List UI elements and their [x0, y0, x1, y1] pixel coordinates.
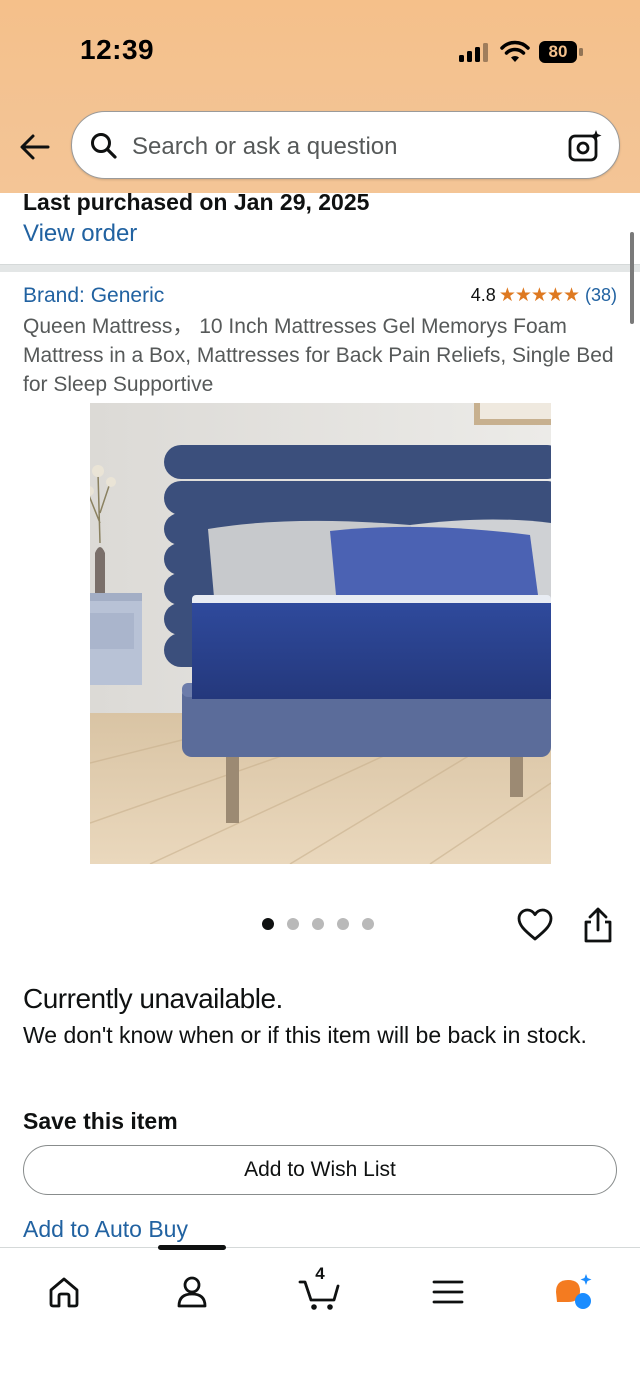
add-to-wish-list-button[interactable]: Add to Wish List [23, 1145, 617, 1195]
scrollbar[interactable] [630, 232, 634, 324]
carousel-dot[interactable] [287, 918, 299, 930]
rufus-assistant-icon [556, 1274, 592, 1309]
nav-account[interactable] [170, 1270, 214, 1314]
image-carousel-dots[interactable] [262, 918, 374, 930]
save-section-title: Save this item [23, 1108, 178, 1134]
heart-icon[interactable] [516, 906, 554, 944]
nav-active-indicator [158, 1245, 226, 1250]
rating-value: 4.8 [470, 285, 496, 305]
carousel-dot[interactable] [262, 918, 274, 930]
search-icon [91, 133, 117, 159]
brand-link[interactable]: Brand: Generic [23, 284, 164, 308]
last-purchased-text: Last purchased on Jan 29, 2025 [23, 189, 370, 215]
availability-status: Currently unavailable. [23, 983, 283, 1014]
star-rating-icon: ★★★★★ [498, 285, 580, 306]
section-divider [0, 264, 640, 272]
carousel-dot[interactable] [362, 918, 374, 930]
nav-rufus[interactable] [552, 1270, 596, 1314]
product-title: Queen Mattress， 10 Inch Mattresses Gel M… [23, 315, 614, 396]
nav-cart[interactable]: 4 [298, 1264, 342, 1314]
status-time: 12:39 [80, 34, 155, 65]
rating-count[interactable]: (38) [585, 285, 617, 306]
bottom-navigation: 4 [0, 1245, 640, 1391]
wifi-icon [500, 40, 530, 62]
nav-home[interactable] [42, 1270, 86, 1314]
search-input[interactable]: Search or ask a question [71, 111, 620, 179]
nav-menu[interactable] [426, 1270, 470, 1314]
app-header: 12:39 80 Search or ask a question [0, 0, 640, 193]
back-arrow-icon [20, 134, 50, 160]
product-image[interactable] [90, 403, 551, 864]
view-order-link[interactable]: View order [23, 220, 137, 248]
rating-summary[interactable]: 4.8 ★★★★★ (38) [471, 284, 617, 307]
battery-level: 80 [548, 42, 568, 61]
battery-icon: 80 [538, 40, 584, 64]
carousel-dot[interactable] [312, 918, 324, 930]
home-icon [49, 1277, 79, 1308]
cellular-signal-icon [459, 43, 488, 62]
camera-lens-icon[interactable] [567, 128, 603, 164]
carousel-dot[interactable] [337, 918, 349, 930]
status-bar: 12:39 80 [0, 0, 640, 100]
availability-note: We don't know when or if this item will … [23, 1022, 587, 1048]
search-placeholder: Search or ask a question [132, 133, 398, 160]
share-icon[interactable] [580, 906, 616, 944]
cart-count-badge: 4 [315, 1264, 325, 1283]
add-to-auto-buy-link[interactable]: Add to Auto Buy [23, 1216, 188, 1243]
menu-icon [432, 1280, 464, 1304]
back-button[interactable] [14, 128, 56, 166]
person-icon [177, 1276, 207, 1308]
